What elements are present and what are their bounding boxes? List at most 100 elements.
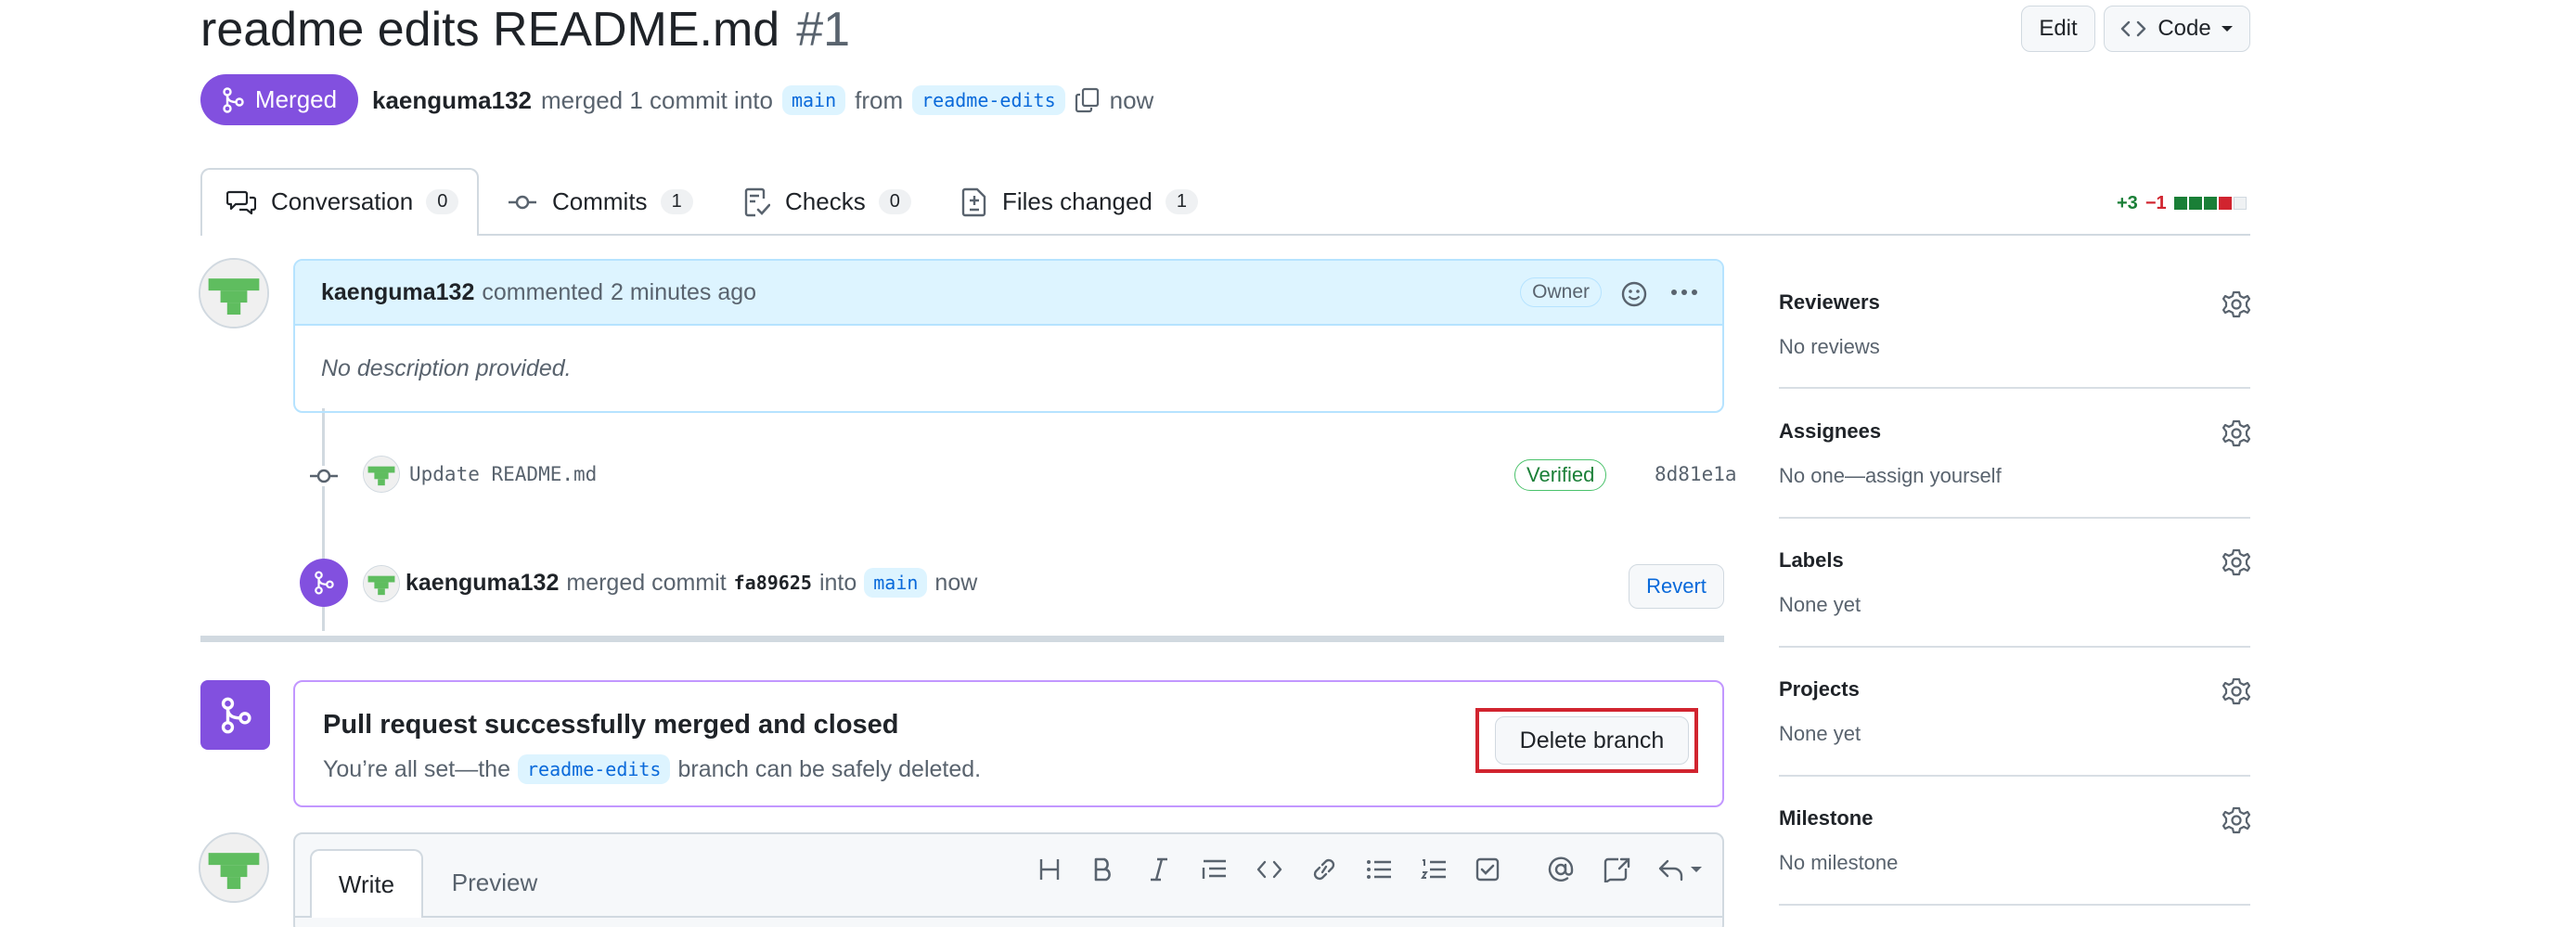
- verified-badge[interactable]: Verified: [1514, 459, 1607, 491]
- comment-discussion-icon: [226, 189, 271, 215]
- merge-into-text: into: [818, 569, 857, 596]
- bold-icon[interactable]: [1091, 856, 1115, 882]
- timeline-end-divider: [200, 636, 1724, 642]
- sidebar-reviewers: Reviewers No reviews: [1779, 290, 2250, 389]
- gear-icon[interactable]: [2222, 548, 2250, 576]
- mention-icon[interactable]: [1548, 856, 1574, 882]
- sidebar-assignees: Assignees No one—assign yourself: [1779, 419, 2250, 519]
- merged-state-badge: Merged: [200, 74, 358, 125]
- commit-message[interactable]: Update README.md: [409, 463, 597, 485]
- merge-base-branch[interactable]: main: [864, 568, 928, 598]
- link-icon[interactable]: [1310, 856, 1338, 882]
- tab-files-count: 1: [1165, 189, 1199, 214]
- merged-desc-suffix: branch can be safely deleted.: [677, 755, 982, 782]
- sidebar-labels: Labels None yet: [1779, 548, 2250, 648]
- merged-desc-prefix: You’re all set—the: [323, 755, 510, 782]
- sidebar-milestone: Milestone No milestone: [1779, 806, 2250, 906]
- reply-icon[interactable]: [1657, 856, 1706, 882]
- heading-icon[interactable]: [1037, 856, 1063, 882]
- merge-time[interactable]: now: [934, 570, 977, 597]
- delete-branch-label: Delete branch: [1519, 727, 1665, 753]
- unordered-list-icon[interactable]: [1365, 856, 1393, 882]
- tab-commits[interactable]: Commits 1: [508, 168, 693, 236]
- pr-summary-text: merged 1 commit into: [540, 85, 773, 114]
- avatar[interactable]: [363, 456, 400, 493]
- sidebar-assignees-value[interactable]: No one—assign yourself: [1779, 464, 2250, 488]
- base-branch-label[interactable]: main: [781, 85, 846, 115]
- revert-button[interactable]: Revert: [1629, 564, 1724, 609]
- avatar[interactable]: [199, 258, 269, 328]
- tab-conversation[interactable]: Conversation 0: [226, 168, 459, 236]
- merged-box: Pull request successfully merged and clo…: [293, 680, 1724, 807]
- smiley-icon[interactable]: [1620, 280, 1648, 308]
- sidebar-labels-value: None yet: [1779, 593, 1861, 616]
- merged-status-icon: [200, 680, 270, 750]
- avatar[interactable]: [363, 565, 400, 602]
- sidebar-reviewers-value: No reviews: [1779, 335, 1880, 358]
- comment-body: No description provided.: [321, 355, 572, 381]
- commit-sha[interactable]: 8d81e1a: [1655, 463, 1737, 485]
- comment-action: commented: [482, 278, 603, 305]
- task-list-icon[interactable]: [1475, 856, 1501, 882]
- merged-state-label: Merged: [254, 85, 338, 113]
- gear-icon[interactable]: [2222, 290, 2250, 318]
- kebab-horizontal-icon[interactable]: [1670, 289, 1698, 296]
- diffstat-block: [2188, 197, 2202, 210]
- sidebar-projects-value: None yet: [1779, 722, 1861, 745]
- comment-time[interactable]: 2 minutes ago: [611, 279, 756, 306]
- code-label: Code: [2157, 16, 2211, 41]
- tab-checks[interactable]: Checks 0: [744, 168, 911, 236]
- delete-branch-button[interactable]: Delete branch: [1495, 716, 1689, 765]
- diffstat[interactable]: +3 −1: [2117, 189, 2247, 217]
- comment-header: kaenguma132 commented 2 minutes ago Owne…: [295, 261, 1722, 326]
- sidebar-labels-title[interactable]: Labels: [1779, 548, 2250, 573]
- pr-title: readme edits README.md: [200, 3, 780, 57]
- tab-conversation-count: 0: [426, 189, 459, 214]
- gear-icon[interactable]: [2222, 806, 2250, 834]
- diffstat-block: [2173, 197, 2187, 210]
- cross-reference-icon[interactable]: [1603, 856, 1630, 882]
- tab-files-changed[interactable]: Files changed 1: [961, 168, 1199, 236]
- editor-tab-write[interactable]: Write: [310, 849, 423, 918]
- copy-icon[interactable]: [1075, 87, 1101, 113]
- pr-number: #1: [796, 3, 851, 57]
- git-commit-icon: [508, 193, 552, 212]
- pr-title-row: readme edits README.md #1: [200, 0, 850, 59]
- avatar[interactable]: [199, 832, 269, 903]
- sidebar-reviewers-title[interactable]: Reviewers: [1779, 290, 2250, 315]
- editor-tab-write-label: Write: [338, 869, 395, 898]
- ordered-list-icon[interactable]: [1420, 856, 1448, 882]
- merge-author[interactable]: kaenguma132: [406, 570, 559, 597]
- file-diff-icon: [961, 187, 1002, 217]
- commit-node-icon: [309, 466, 339, 486]
- editor-tab-preview-label: Preview: [451, 868, 538, 896]
- diffstat-block: [2203, 197, 2217, 210]
- code-icon[interactable]: [1256, 856, 1283, 882]
- head-branch-label[interactable]: readme-edits: [912, 85, 1065, 115]
- diffstat-deletions: −1: [2145, 192, 2167, 213]
- sidebar-milestone-title[interactable]: Milestone: [1779, 806, 2250, 830]
- diffstat-additions: +3: [2117, 192, 2138, 213]
- quote-icon[interactable]: [1201, 856, 1229, 882]
- edit-button[interactable]: Edit: [2021, 6, 2095, 52]
- merge-commit-sha[interactable]: fa89625: [734, 572, 812, 594]
- pr-author-link[interactable]: kaenguma132: [372, 86, 532, 115]
- merged-box-description: You’re all set—the readme-edits branch c…: [323, 754, 981, 784]
- gear-icon[interactable]: [2222, 677, 2250, 705]
- gear-icon[interactable]: [2222, 419, 2250, 447]
- edit-label: Edit: [2039, 16, 2078, 41]
- code-button[interactable]: Code: [2104, 6, 2250, 52]
- sidebar-assignees-title[interactable]: Assignees: [1779, 419, 2250, 444]
- merged-branch-name: readme-edits: [517, 754, 671, 784]
- sidebar-milestone-value: No milestone: [1779, 851, 1899, 874]
- sidebar-projects: Projects None yet: [1779, 677, 2250, 777]
- sidebar-projects-title[interactable]: Projects: [1779, 677, 2250, 702]
- tab-conversation-label: Conversation: [271, 187, 414, 215]
- chevron-down-icon: [2221, 24, 2234, 33]
- editor-tab-preview[interactable]: Preview: [434, 849, 555, 916]
- italic-icon[interactable]: [1147, 856, 1171, 882]
- comment-author[interactable]: kaenguma132: [321, 279, 474, 306]
- pr-merged-time: now: [1109, 85, 1154, 114]
- git-merge-icon: [222, 86, 244, 113]
- comment-editor: Write Preview: [293, 832, 1724, 927]
